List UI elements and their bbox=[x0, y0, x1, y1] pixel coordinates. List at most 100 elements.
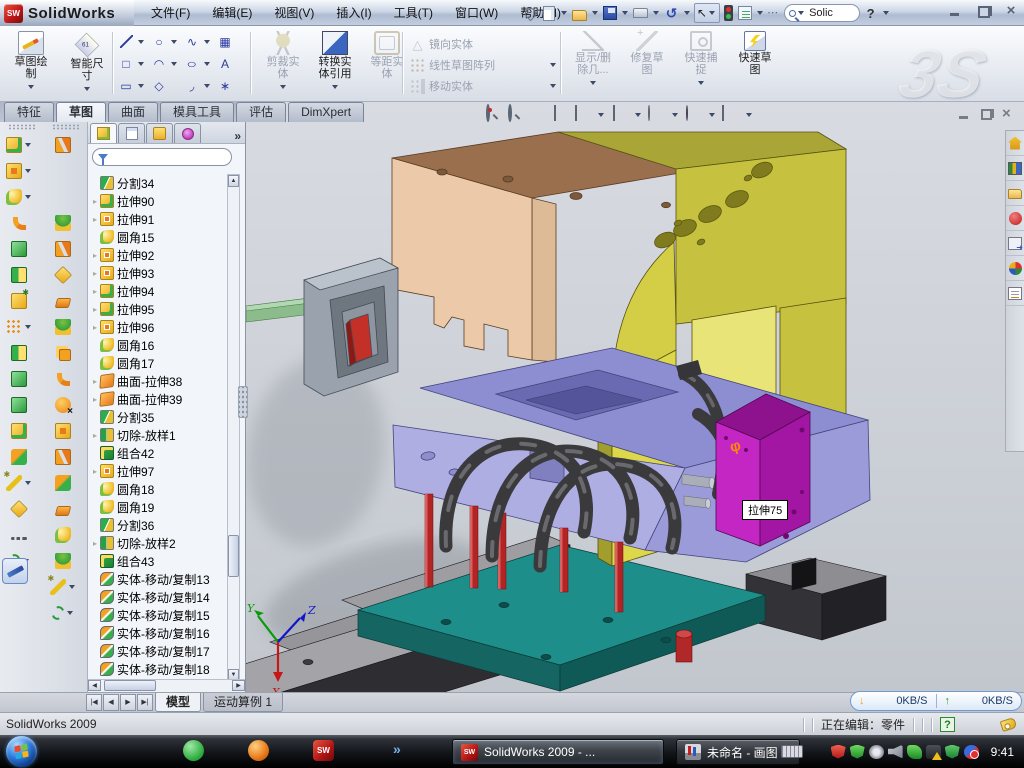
undo-dropdown-icon[interactable] bbox=[684, 11, 690, 15]
tree-item[interactable]: 圆角15 bbox=[90, 228, 226, 246]
fillet-dropdown-icon[interactable] bbox=[25, 195, 31, 199]
slot-dropdown-icon[interactable] bbox=[138, 84, 144, 88]
last-tab-icon[interactable]: ▶| bbox=[137, 694, 153, 711]
feature-tool-bowtie[interactable] bbox=[46, 236, 80, 262]
first-tab-icon[interactable]: |◀ bbox=[86, 694, 102, 711]
quicklaunch-messenger-icon[interactable] bbox=[183, 740, 204, 761]
feature-tool-swap[interactable] bbox=[46, 470, 80, 496]
menu-file[interactable]: 文件(F) bbox=[140, 2, 201, 24]
convert-entities-dropdown-icon[interactable] bbox=[332, 85, 338, 89]
open-dropdown-icon[interactable] bbox=[592, 11, 598, 15]
feature-tool-dome[interactable] bbox=[46, 210, 80, 236]
feature-tool-green-pair[interactable] bbox=[2, 262, 36, 288]
sketch-fillet-icon[interactable]: ◞ bbox=[182, 76, 202, 95]
tree-vertical-scrollbar[interactable]: ▲ ▼ bbox=[227, 174, 240, 682]
display-delete-relations-button[interactable]: 显示/删除几... bbox=[566, 29, 620, 99]
start-button[interactable] bbox=[6, 736, 37, 767]
feature-tool-gold-orange[interactable] bbox=[46, 418, 80, 444]
scene-dropdown-icon[interactable] bbox=[746, 113, 752, 117]
tree-item[interactable]: ▸拉伸90 bbox=[90, 192, 226, 210]
feature-tool-bowtie[interactable] bbox=[46, 444, 80, 470]
tree-item[interactable]: ▸拉伸92 bbox=[90, 246, 226, 264]
trim-entities-dropdown-icon[interactable] bbox=[280, 85, 286, 89]
menu-window[interactable]: 窗口(W) bbox=[444, 2, 509, 24]
feature-tool-green-box[interactable] bbox=[2, 392, 36, 418]
expand-arrow-icon[interactable]: ▸ bbox=[90, 395, 100, 404]
gold-orange-dropdown-icon[interactable] bbox=[25, 169, 31, 173]
sketch-button[interactable]: 草图绘制 bbox=[4, 29, 58, 99]
feature-tool-fillet[interactable] bbox=[2, 184, 36, 210]
expand-arrow-icon[interactable]: ▸ bbox=[90, 377, 100, 386]
tab-surfaces[interactable]: 曲面 bbox=[108, 102, 158, 122]
scene-button[interactable] bbox=[722, 106, 739, 123]
line-dropdown-icon[interactable] bbox=[138, 40, 144, 44]
feature-tool-ballx[interactable] bbox=[46, 392, 80, 418]
tray-antivirus-shield-icon[interactable] bbox=[945, 745, 960, 759]
line-icon[interactable] bbox=[116, 32, 136, 51]
rotate-view-button[interactable] bbox=[530, 106, 547, 123]
tree-tab-propertymanager[interactable] bbox=[118, 123, 145, 143]
quick-snaps-button[interactable]: 快速捕捉 bbox=[674, 29, 728, 99]
wand-dropdown-icon[interactable] bbox=[25, 481, 31, 485]
tray-volume-speaker-icon[interactable] bbox=[888, 745, 903, 759]
tray-network-warning-icon[interactable] bbox=[926, 745, 941, 759]
scrollbar-thumb[interactable] bbox=[228, 535, 239, 577]
select-tool[interactable]: ↖ bbox=[694, 3, 720, 23]
print-dropdown-icon[interactable] bbox=[653, 11, 659, 15]
feature-tool-elbow[interactable] bbox=[46, 366, 80, 392]
feature-tool-dome[interactable] bbox=[46, 548, 80, 574]
tree-item[interactable]: ▸切除-放样2 bbox=[90, 534, 226, 552]
tray-sync-phone-icon[interactable] bbox=[907, 745, 922, 759]
tree-item[interactable]: 组合43 bbox=[90, 552, 226, 570]
file-explorer-button[interactable] bbox=[1006, 181, 1024, 206]
feature-tool-gold-green[interactable] bbox=[2, 418, 36, 444]
tree-horizontal-scrollbar[interactable]: ◀ ▶ bbox=[88, 679, 245, 692]
tree-item[interactable]: 实体-移动/复制14 bbox=[90, 588, 226, 606]
feature-tool-cshape[interactable] bbox=[46, 158, 80, 184]
close-button[interactable]: × bbox=[1004, 5, 1018, 17]
tab-features[interactable]: 特征 bbox=[4, 102, 54, 122]
mirror-entities-button[interactable]: △镜向实体 bbox=[410, 34, 558, 54]
tree-tab-configurationmanager[interactable] bbox=[146, 123, 173, 143]
tree-item[interactable]: 实体-移动/复制18 bbox=[90, 660, 226, 678]
expand-arrow-icon[interactable]: ▸ bbox=[90, 269, 100, 278]
pin-icon[interactable] bbox=[523, 5, 539, 21]
move-entities-button[interactable]: 移动实体 bbox=[410, 76, 558, 96]
tree-item[interactable]: ▸曲面-拉伸39 bbox=[90, 390, 226, 408]
slot-icon[interactable]: ▭ bbox=[116, 76, 136, 95]
expand-arrow-icon[interactable]: ▸ bbox=[90, 251, 100, 260]
model-tab-model[interactable]: 模型 bbox=[155, 693, 201, 712]
smart-dimension-dropdown-icon[interactable] bbox=[84, 87, 90, 91]
menu-view[interactable]: 视图(V) bbox=[263, 2, 325, 24]
feature-tool-gold-diamond[interactable] bbox=[2, 496, 36, 522]
feature-tool-gold-diamond[interactable] bbox=[46, 262, 80, 288]
expand-arrow-icon[interactable]: ▸ bbox=[90, 431, 100, 440]
panel-splitter-handle[interactable] bbox=[238, 386, 248, 418]
tree-item[interactable]: ▸切除-放样1 bbox=[90, 426, 226, 444]
scrollbar-thumb[interactable] bbox=[104, 680, 156, 691]
tray-keyboard-icon[interactable] bbox=[781, 745, 803, 758]
feature-tool-squiggle[interactable] bbox=[46, 600, 80, 626]
new-document-icon[interactable] bbox=[543, 6, 555, 21]
tray-messenger-status-icon[interactable] bbox=[964, 745, 979, 759]
view-orientation-button[interactable] bbox=[574, 106, 591, 123]
rectangle-icon[interactable]: □ bbox=[116, 54, 136, 73]
feature-tool-dash[interactable] bbox=[2, 522, 36, 548]
model-tab-motion-study[interactable]: 运动算例 1 bbox=[203, 693, 283, 712]
tray-security-red-shield-icon[interactable] bbox=[831, 745, 846, 759]
appearances-button[interactable] bbox=[1006, 256, 1024, 281]
tree-item[interactable]: ▸曲面-拉伸38 bbox=[90, 372, 226, 390]
feature-tool-gold-orange[interactable] bbox=[2, 158, 36, 184]
scroll-left-icon[interactable]: ◀ bbox=[88, 680, 101, 691]
display-delete-relations-dropdown-icon[interactable] bbox=[590, 81, 596, 85]
select-region-icon[interactable]: ▦ bbox=[215, 32, 235, 51]
tree-tabs-more-icon[interactable]: » bbox=[234, 129, 241, 143]
tree-item[interactable]: 圆角19 bbox=[90, 498, 226, 516]
tree-item[interactable]: 圆角18 bbox=[90, 480, 226, 498]
tree-item[interactable]: 实体-移动/复制15 bbox=[90, 606, 226, 624]
tree-item[interactable]: 分割35 bbox=[90, 408, 226, 426]
save-icon[interactable] bbox=[603, 6, 617, 20]
offset-entities-button[interactable]: 等距实体 bbox=[360, 29, 414, 99]
circle-icon[interactable]: ○ bbox=[149, 32, 169, 51]
tree-item[interactable]: 实体-移动/复制13 bbox=[90, 570, 226, 588]
